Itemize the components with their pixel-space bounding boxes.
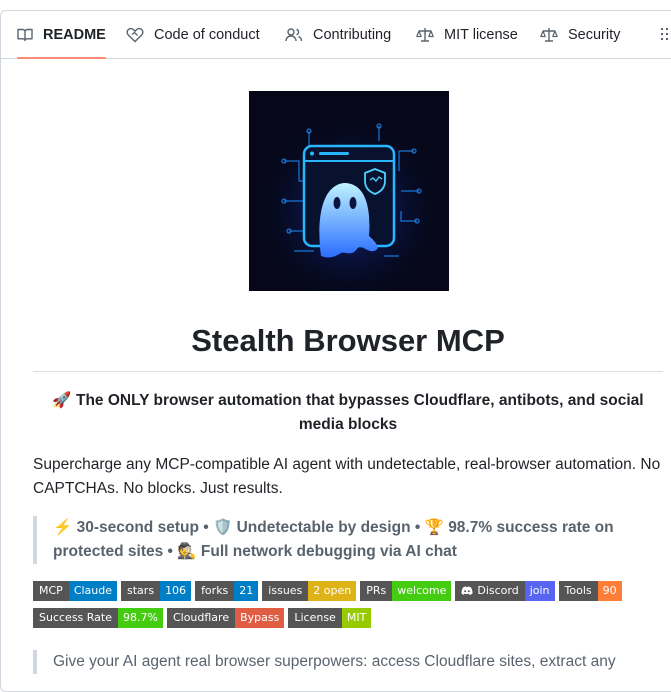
badge-prs[interactable]: PRs welcome — [360, 581, 452, 601]
badge-value: 98.7% — [118, 608, 163, 628]
badge-row: Success Rate 98.7% Cloudflare Bypass Lic… — [33, 608, 651, 628]
badge-value: Claude — [68, 581, 118, 601]
discord-icon — [461, 586, 473, 595]
outline-menu-icon[interactable] — [661, 27, 671, 46]
tab-label: Security — [568, 26, 621, 43]
badge-label: PRs — [360, 581, 393, 601]
tab-mit-license[interactable]: MIT license — [408, 11, 526, 58]
badge-value: welcome — [392, 581, 452, 601]
badge-issues[interactable]: issues 2 open — [262, 581, 357, 601]
tab-label: MIT license — [444, 26, 518, 43]
readme-tab-bar: README Code of conduct Contributing MIT … — [1, 11, 671, 59]
badge-label: Success Rate — [33, 608, 118, 628]
badge-value: MIT — [341, 608, 372, 628]
readme-intro: Supercharge any MCP-compatible AI agent … — [33, 456, 661, 497]
tab-readme[interactable]: README — [9, 11, 114, 59]
badge-label: issues — [262, 581, 309, 601]
badge-value: 21 — [234, 581, 259, 601]
badge-value: 106 — [160, 581, 192, 601]
badge-value: join — [524, 581, 555, 601]
badge-discord[interactable]: Discord join — [455, 581, 555, 601]
title-divider — [33, 371, 663, 372]
badge-label: Cloudflare — [166, 608, 236, 628]
project-logo-image — [249, 91, 449, 296]
badge-label: License — [288, 608, 342, 628]
book-icon — [17, 28, 33, 41]
law-icon — [540, 27, 558, 42]
badge-list: MCP Claude stars 106 forks 21 issues 2 o… — [33, 581, 651, 635]
readme-highlights-quote: ⚡ 30-second setup • 🛡️ Undetectable by d… — [33, 516, 647, 564]
badge-success-rate[interactable]: Success Rate 98.7% — [33, 608, 163, 628]
badge-row: MCP Claude stars 106 forks 21 issues 2 o… — [33, 581, 651, 601]
tab-label: Code of conduct — [154, 26, 260, 43]
readme-title: Stealth Browser MCP — [191, 323, 505, 358]
badge-cloudflare[interactable]: Cloudflare Bypass — [166, 608, 285, 628]
badge-label: forks — [195, 581, 235, 601]
heart-handshake-icon — [126, 27, 144, 42]
badge-mcp[interactable]: MCP Claude — [33, 581, 118, 601]
badge-label: Discord — [477, 584, 519, 597]
badge-stars[interactable]: stars 106 — [121, 581, 192, 601]
badge-value: 2 open — [308, 581, 357, 601]
law-icon — [416, 27, 434, 42]
tab-security[interactable]: Security — [532, 11, 628, 58]
badge-label: MCP — [33, 581, 69, 601]
badge-forks[interactable]: forks 21 — [195, 581, 259, 601]
tab-label: README — [43, 26, 106, 43]
people-icon — [285, 27, 303, 41]
badge-license[interactable]: License MIT — [288, 608, 372, 628]
badge-label: stars — [121, 581, 161, 601]
badge-label-wrap: Discord — [455, 581, 525, 601]
readme-superpowers-quote: Give your AI agent real browser superpow… — [33, 650, 647, 674]
badge-value: Bypass — [235, 608, 285, 628]
tab-label: Contributing — [313, 26, 392, 43]
tab-contributing[interactable]: Contributing — [277, 11, 399, 58]
readme-tagline: 🚀 The ONLY browser automation that bypas… — [52, 392, 644, 433]
badge-label: Tools — [558, 581, 598, 601]
badge-value: 90 — [597, 581, 622, 601]
tab-code-of-conduct[interactable]: Code of conduct — [118, 11, 268, 58]
badge-tools[interactable]: Tools 90 — [558, 581, 622, 601]
